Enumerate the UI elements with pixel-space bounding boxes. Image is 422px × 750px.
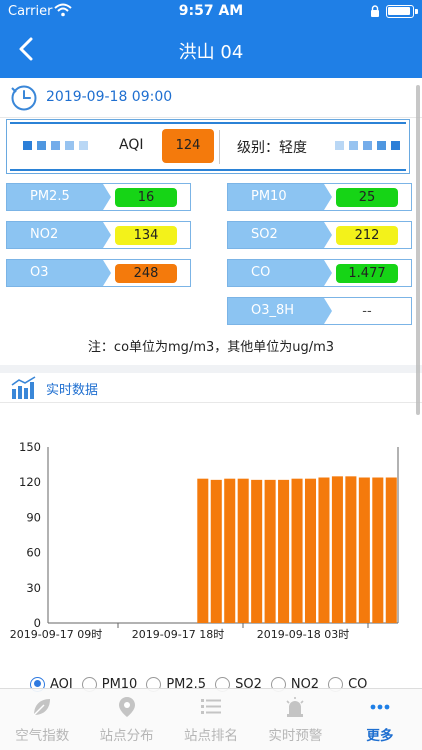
pollutant-name: SO2 [228,222,332,248]
pollutant-o3-8h: O3_8H -- [227,297,412,325]
battery-icon [386,5,414,18]
tab-label: 更多 [366,728,394,744]
map-pin-icon [118,697,135,717]
bar [331,476,343,623]
x-tick-label: 2019-09-17 18时 [132,628,224,641]
y-tick-label: 150 [19,440,41,454]
pollutant-value: 25 [336,188,398,207]
bar [197,478,209,623]
siren-icon [286,697,304,717]
tab-site-map[interactable]: 站点分布 [84,689,168,750]
bar [264,479,276,623]
decor-square [377,141,386,150]
bar [210,479,222,623]
timestamp: 2019-09-18 09:00 [46,89,173,105]
pollutant-no2: NO2 134 [6,221,191,249]
pollutant-value: 16 [115,188,177,207]
decor-square [37,141,46,150]
status-bar: Carrier 9:57 AM [0,0,422,24]
y-tick-label: 120 [19,475,41,489]
bar [237,478,249,623]
pollutant-value: 248 [115,264,177,283]
scrollbar[interactable] [416,85,420,415]
pollutant-name: PM2.5 [7,184,111,210]
tab-label: 站点分布 [99,728,154,744]
section-separator [0,365,422,373]
pollutant-o3: O3 248 [6,259,191,287]
y-tick-label: 60 [26,546,41,560]
realtime-title: 实时数据 [46,383,99,398]
status-time: 9:57 AM [178,3,244,19]
bar [358,477,370,623]
pollutant-pm10: PM10 25 [227,183,412,211]
x-tick-label: 2019-09-18 03时 [257,628,349,641]
header: Carrier 9:57 AM 洪山 04 [0,0,422,78]
decor-square [51,141,60,150]
aqi-value-badge: 124 [162,129,214,163]
pollutant-name: CO [228,260,332,286]
pollutant-co: CO 1.477 [227,259,412,287]
card-bottom-border [10,169,406,171]
pollutant-name: O3_8H [228,298,332,324]
aqi-card: AQI 124 级别：轻度 [6,119,410,174]
tab-site-ranking[interactable]: 站点排名 [169,689,253,750]
tab-more[interactable]: 更多 [338,689,422,750]
bar [278,479,290,623]
pollutant-value: -- [362,304,372,319]
bar [345,476,357,623]
decor-square [335,141,344,150]
decor-squares-left [23,141,88,151]
y-tick-label: 30 [26,581,41,595]
decor-square [349,141,358,150]
orientation-lock-icon [371,5,379,17]
bar [318,477,330,623]
realtime-bar-chart: 03060901201502019-09-17 09时 2019-09-17 18… [10,440,399,641]
card-top-border [10,122,406,124]
bar [304,478,317,623]
unit-note: 注：co单位为mg/m3，其他单位为ug/m3 [87,340,335,355]
bar [385,477,397,623]
pollutant-name: O3 [7,260,111,286]
decor-square [23,141,32,150]
decor-square [391,141,400,150]
pollutant-value: 212 [336,226,398,245]
decor-square [65,141,74,150]
pollutant-name: PM10 [228,184,332,210]
tab-realtime-alert[interactable]: 实时预警 [253,689,337,750]
decor-square [363,141,372,150]
tab-bar: 空气指数 站点分布 站点排名 实时预警 更多 [0,688,422,750]
bar [224,478,236,623]
pollutant-value: 1.477 [336,264,398,283]
bar-chart-icon [11,376,36,399]
bar [251,479,263,623]
tab-air-index[interactable]: 空气指数 [0,689,84,750]
tab-label: 实时预警 [268,728,323,744]
page-title: 洪山 04 [178,42,244,63]
aqi-label: AQI [119,137,144,153]
pollutant-pm25: PM2.5 16 [6,183,191,211]
timestamp-row: 2019-09-18 09:00 [0,78,422,118]
tab-label: 空气指数 [15,728,70,744]
realtime-header: 实时数据 [0,373,422,403]
pollutant-value: 134 [115,226,177,245]
pollutant-name: NO2 [7,222,111,248]
bar [372,477,384,623]
decor-square [79,141,88,150]
battery-cap [415,9,418,14]
decor-squares-right [335,141,400,151]
leaf-icon [33,699,51,716]
pollutant-so2: SO2 212 [227,221,412,249]
bar [291,478,303,623]
tab-label: 站点排名 [184,728,239,744]
more-dots-icon [370,704,390,710]
y-tick-label: 90 [26,510,41,524]
x-tick-label: 2019-09-17 09时 [10,628,102,641]
card-divider [219,130,220,164]
aqi-level: 级别：轻度 [237,140,307,156]
clock-icon [11,85,37,111]
list-icon [201,699,222,714]
